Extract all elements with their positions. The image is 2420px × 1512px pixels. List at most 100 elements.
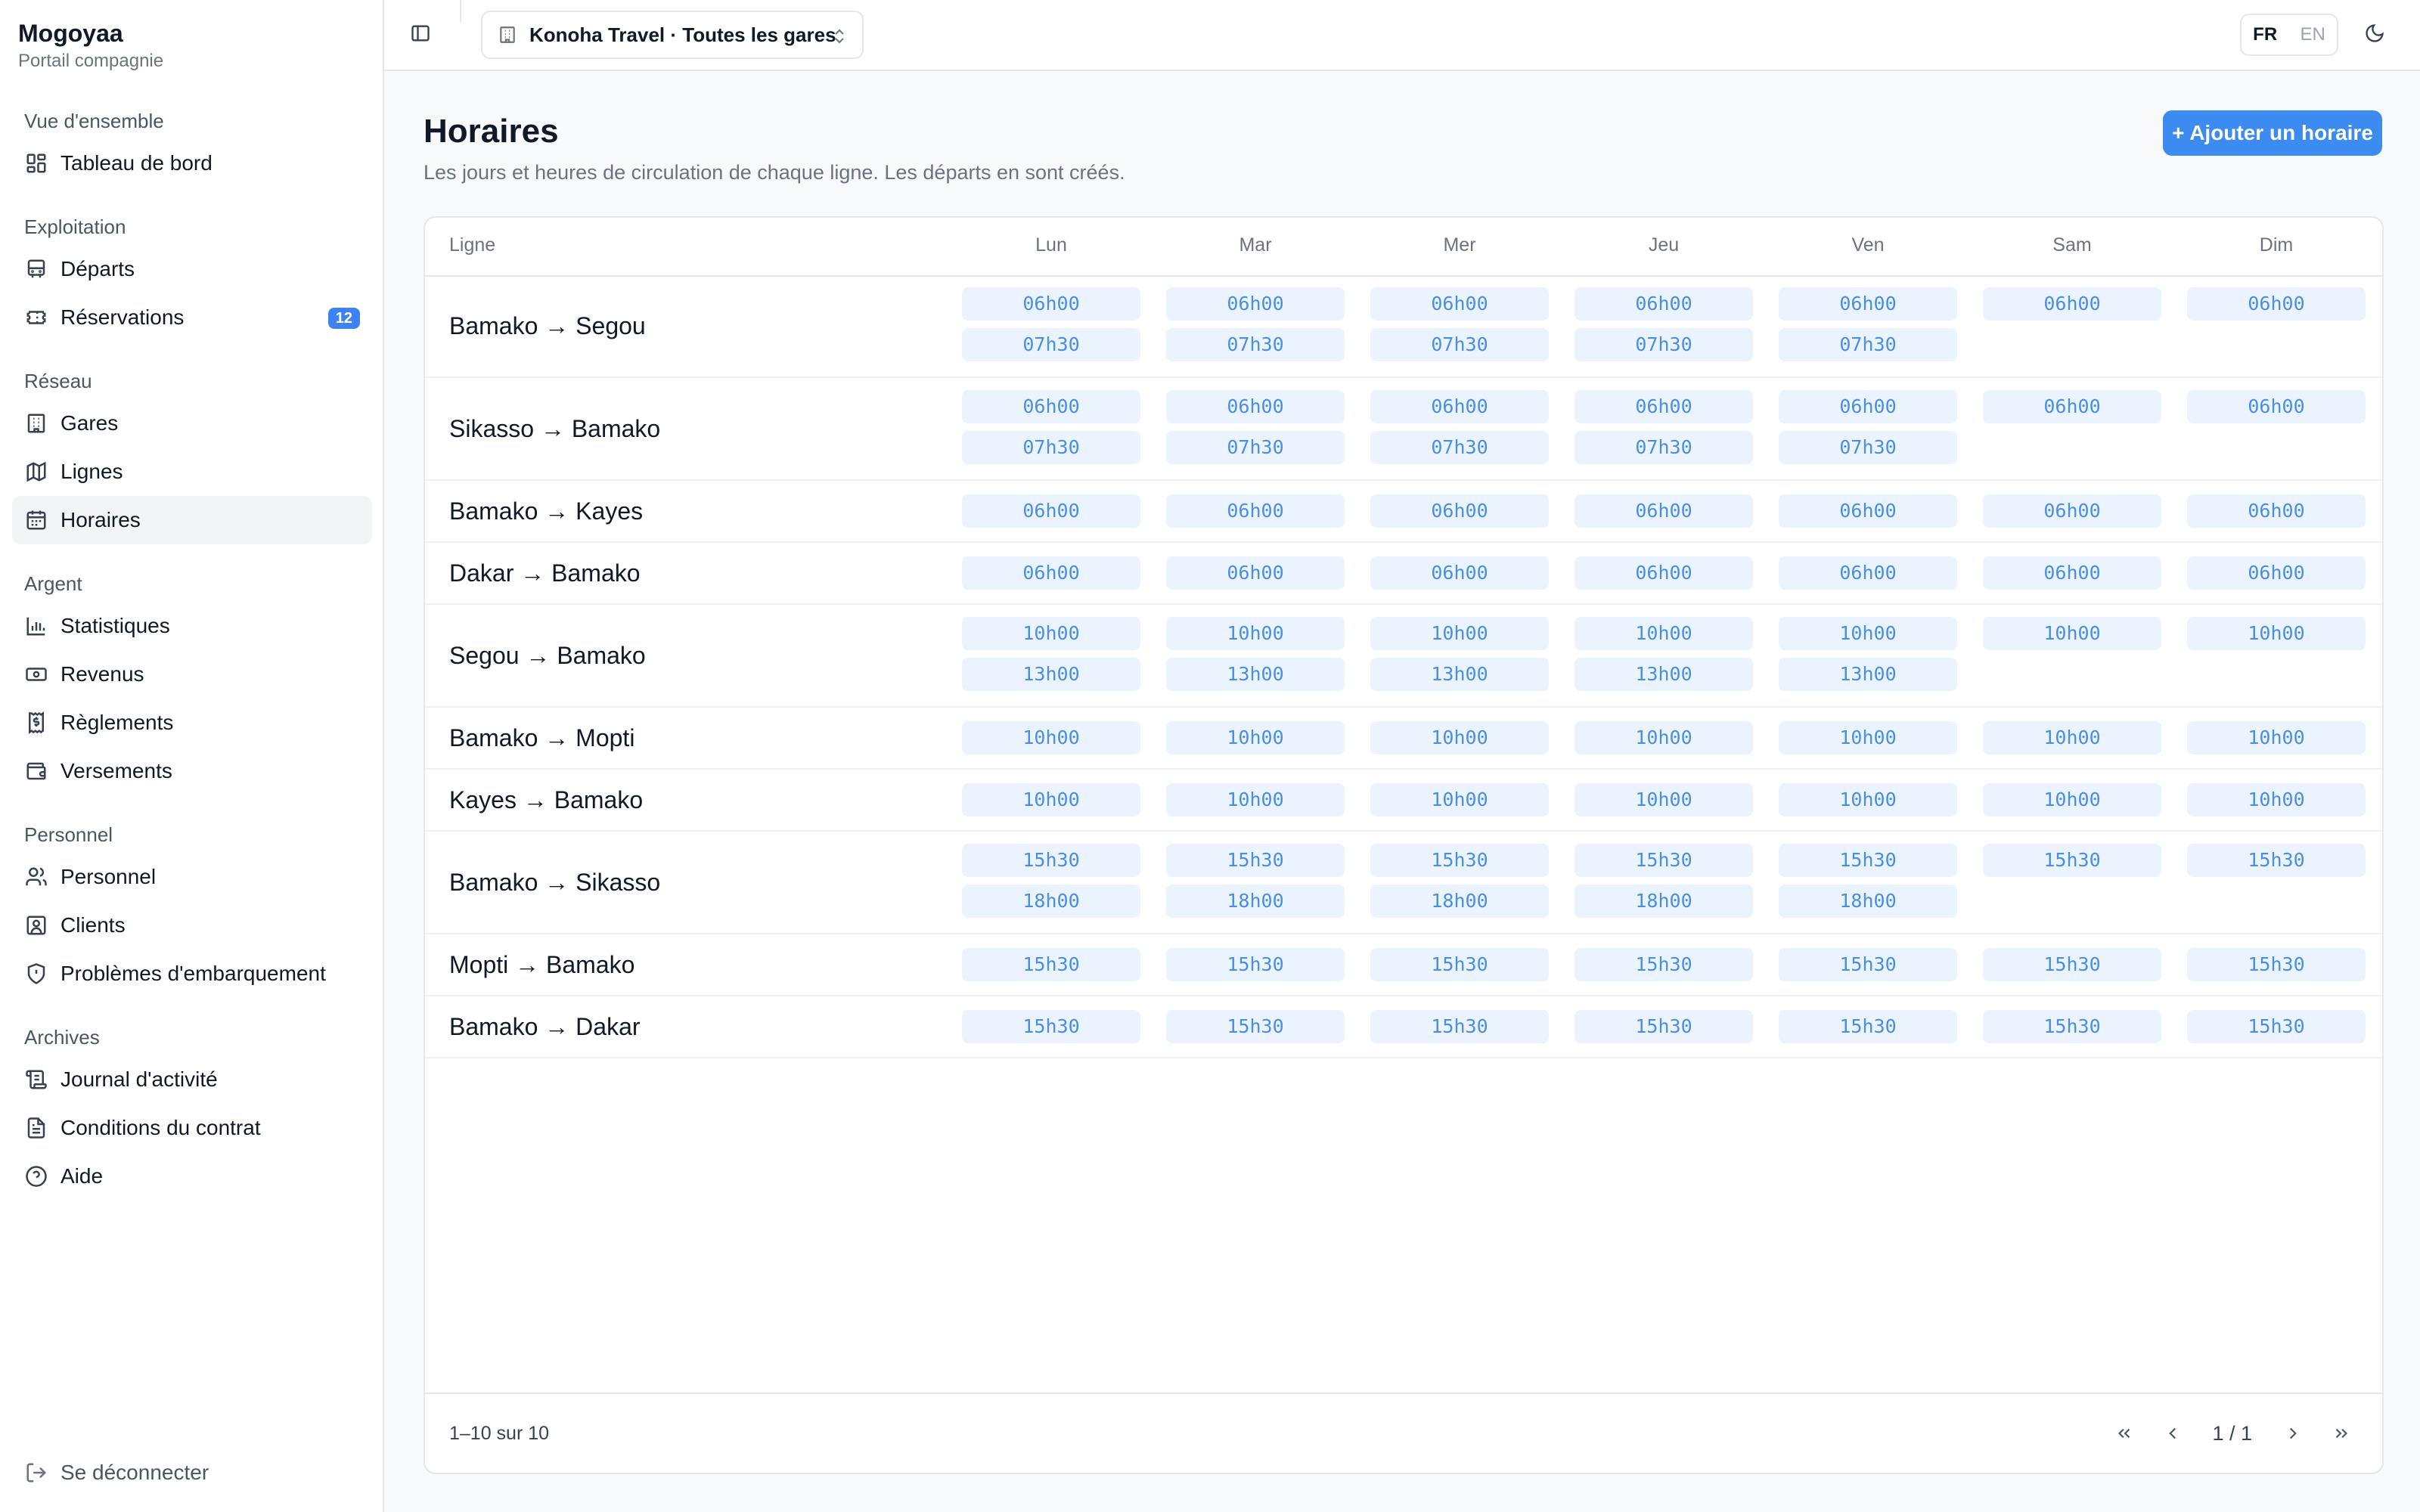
time-pill[interactable]: 06h00	[1983, 390, 2161, 423]
time-pill[interactable]: 10h00	[1575, 783, 1753, 816]
time-pill[interactable]: 18h00	[962, 885, 1140, 918]
table-row[interactable]: Mopti → Bamako 15h30 15h30 15h30 15h30 15h30 1…	[425, 934, 2382, 996]
prev-page-button[interactable]	[2155, 1415, 2191, 1452]
time-pill[interactable]: 06h00	[1370, 287, 1549, 321]
time-pill[interactable]: 10h00	[962, 783, 1140, 816]
logout-button[interactable]: Se déconnecter	[24, 1461, 209, 1485]
sidebar-item-clients[interactable]: Clients	[12, 901, 372, 950]
time-pill[interactable]: 10h00	[1983, 783, 2161, 816]
sidebar-item-reglements[interactable]: Règlements	[12, 699, 372, 747]
sidebar-item-journal-d-activite[interactable]: Journal d'activité	[12, 1055, 372, 1104]
time-pill[interactable]: 15h30	[1779, 948, 1957, 981]
sidebar-toggle-button[interactable]	[410, 23, 434, 47]
time-pill[interactable]: 07h30	[1779, 328, 1957, 361]
time-pill[interactable]: 13h00	[1575, 658, 1753, 691]
time-pill[interactable]: 10h00	[1370, 721, 1549, 754]
time-pill[interactable]: 10h00	[2187, 617, 2366, 650]
time-pill[interactable]: 06h00	[1166, 287, 1345, 321]
time-pill[interactable]: 15h30	[2187, 844, 2366, 877]
sidebar-item-conditions-du-contrat[interactable]: Conditions du contrat	[12, 1104, 372, 1152]
time-pill[interactable]: 15h30	[1370, 1010, 1549, 1043]
time-pill[interactable]: 06h00	[2187, 287, 2366, 321]
first-page-button[interactable]	[2106, 1415, 2142, 1452]
time-pill[interactable]: 10h00	[1983, 617, 2161, 650]
time-pill[interactable]: 10h00	[1166, 617, 1345, 650]
time-pill[interactable]: 10h00	[1370, 617, 1549, 650]
table-row[interactable]: Bamako → Dakar 15h30 15h30 15h30 15h30 15h30 1…	[425, 996, 2382, 1058]
time-pill[interactable]: 15h30	[962, 1010, 1140, 1043]
time-pill[interactable]: 10h00	[1575, 617, 1753, 650]
time-pill[interactable]: 13h00	[1370, 658, 1549, 691]
time-pill[interactable]: 06h00	[1779, 556, 1957, 590]
sidebar-item-lignes[interactable]: Lignes	[12, 448, 372, 496]
time-pill[interactable]: 10h00	[2187, 721, 2366, 754]
time-pill[interactable]: 06h00	[962, 494, 1140, 528]
time-pill[interactable]: 15h30	[1983, 844, 2161, 877]
time-pill[interactable]: 06h00	[2187, 556, 2366, 590]
time-pill[interactable]: 06h00	[1983, 494, 2161, 528]
sidebar-item-versements[interactable]: Versements	[12, 747, 372, 795]
time-pill[interactable]: 15h30	[1166, 948, 1345, 981]
sidebar-item-horaires[interactable]: Horaires	[12, 496, 372, 544]
table-row[interactable]: Bamako → Sikasso 15h30 18h00 15h30 18h00 15h3…	[425, 832, 2382, 934]
time-pill[interactable]: 15h30	[1370, 948, 1549, 981]
sidebar-item-departs[interactable]: Départs	[12, 245, 372, 293]
time-pill[interactable]: 10h00	[1983, 721, 2161, 754]
time-pill[interactable]: 10h00	[1166, 721, 1345, 754]
sidebar-item-revenus[interactable]: Revenus	[12, 650, 372, 699]
time-pill[interactable]: 15h30	[1166, 844, 1345, 877]
table-row[interactable]: Dakar → Bamako 06h00 06h00 06h00 06h00 06h00 0…	[425, 543, 2382, 605]
time-pill[interactable]: 10h00	[1779, 617, 1957, 650]
time-pill[interactable]: 06h00	[962, 556, 1140, 590]
table-row[interactable]: Sikasso → Bamako 06h00 07h30 06h00 07h30 06h0…	[425, 378, 2382, 481]
time-pill[interactable]: 06h00	[1983, 287, 2161, 321]
time-pill[interactable]: 18h00	[1370, 885, 1549, 918]
time-pill[interactable]: 06h00	[1575, 390, 1753, 423]
time-pill[interactable]: 15h30	[1983, 948, 2161, 981]
time-pill[interactable]: 06h00	[2187, 494, 2366, 528]
time-pill[interactable]: 06h00	[1370, 494, 1549, 528]
time-pill[interactable]: 13h00	[962, 658, 1140, 691]
time-pill[interactable]: 15h30	[2187, 948, 2366, 981]
time-pill[interactable]: 10h00	[1779, 721, 1957, 754]
table-row[interactable]: Segou → Bamako 10h00 13h00 10h00 13h00 10h00 1…	[425, 605, 2382, 708]
time-pill[interactable]: 06h00	[1575, 494, 1753, 528]
time-pill[interactable]: 06h00	[1370, 556, 1549, 590]
time-pill[interactable]: 06h00	[1779, 287, 1957, 321]
time-pill[interactable]: 15h30	[1779, 1010, 1957, 1043]
table-row[interactable]: Bamako → Mopti 10h00 10h00 10h00 10h00 10h00 1…	[425, 708, 2382, 770]
time-pill[interactable]: 15h30	[962, 844, 1140, 877]
time-pill[interactable]: 10h00	[2187, 783, 2366, 816]
sidebar-item-gares[interactable]: Gares	[12, 399, 372, 448]
sidebar-item-statistiques[interactable]: Statistiques	[12, 602, 372, 650]
time-pill[interactable]: 07h30	[1166, 328, 1345, 361]
time-pill[interactable]: 10h00	[1575, 721, 1753, 754]
table-row[interactable]: Kayes → Bamako 10h00 10h00 10h00 10h00 10h00 1…	[425, 770, 2382, 832]
theme-toggle-button[interactable]	[2364, 23, 2388, 47]
time-pill[interactable]: 15h30	[1575, 1010, 1753, 1043]
time-pill[interactable]: 06h00	[1575, 287, 1753, 321]
sidebar-item-reservations[interactable]: Réservations 12	[12, 293, 372, 342]
time-pill[interactable]: 10h00	[962, 721, 1140, 754]
add-schedule-button[interactable]: + Ajouter un horaire	[2163, 110, 2382, 156]
time-pill[interactable]: 13h00	[1166, 658, 1345, 691]
time-pill[interactable]: 15h30	[1575, 948, 1753, 981]
last-page-button[interactable]	[2323, 1415, 2360, 1452]
time-pill[interactable]: 18h00	[1779, 885, 1957, 918]
time-pill[interactable]: 06h00	[1370, 390, 1549, 423]
time-pill[interactable]: 07h30	[1370, 328, 1549, 361]
org-selector[interactable]: Konoha Travel · Toutes les gares	[481, 11, 864, 59]
time-pill[interactable]: 15h30	[962, 948, 1140, 981]
time-pill[interactable]: 15h30	[1575, 844, 1753, 877]
time-pill[interactable]: 10h00	[1779, 783, 1957, 816]
time-pill[interactable]: 06h00	[1779, 494, 1957, 528]
time-pill[interactable]: 06h00	[1166, 494, 1345, 528]
time-pill[interactable]: 07h30	[1575, 431, 1753, 464]
time-pill[interactable]: 15h30	[1983, 1010, 2161, 1043]
time-pill[interactable]: 18h00	[1166, 885, 1345, 918]
next-page-button[interactable]	[2275, 1415, 2311, 1452]
time-pill[interactable]: 10h00	[962, 617, 1140, 650]
table-row[interactable]: Bamako → Kayes 06h00 06h00 06h00 06h00 06h00 0…	[425, 481, 2382, 543]
sidebar-item-personnel[interactable]: Personnel	[12, 853, 372, 901]
time-pill[interactable]: 06h00	[1575, 556, 1753, 590]
